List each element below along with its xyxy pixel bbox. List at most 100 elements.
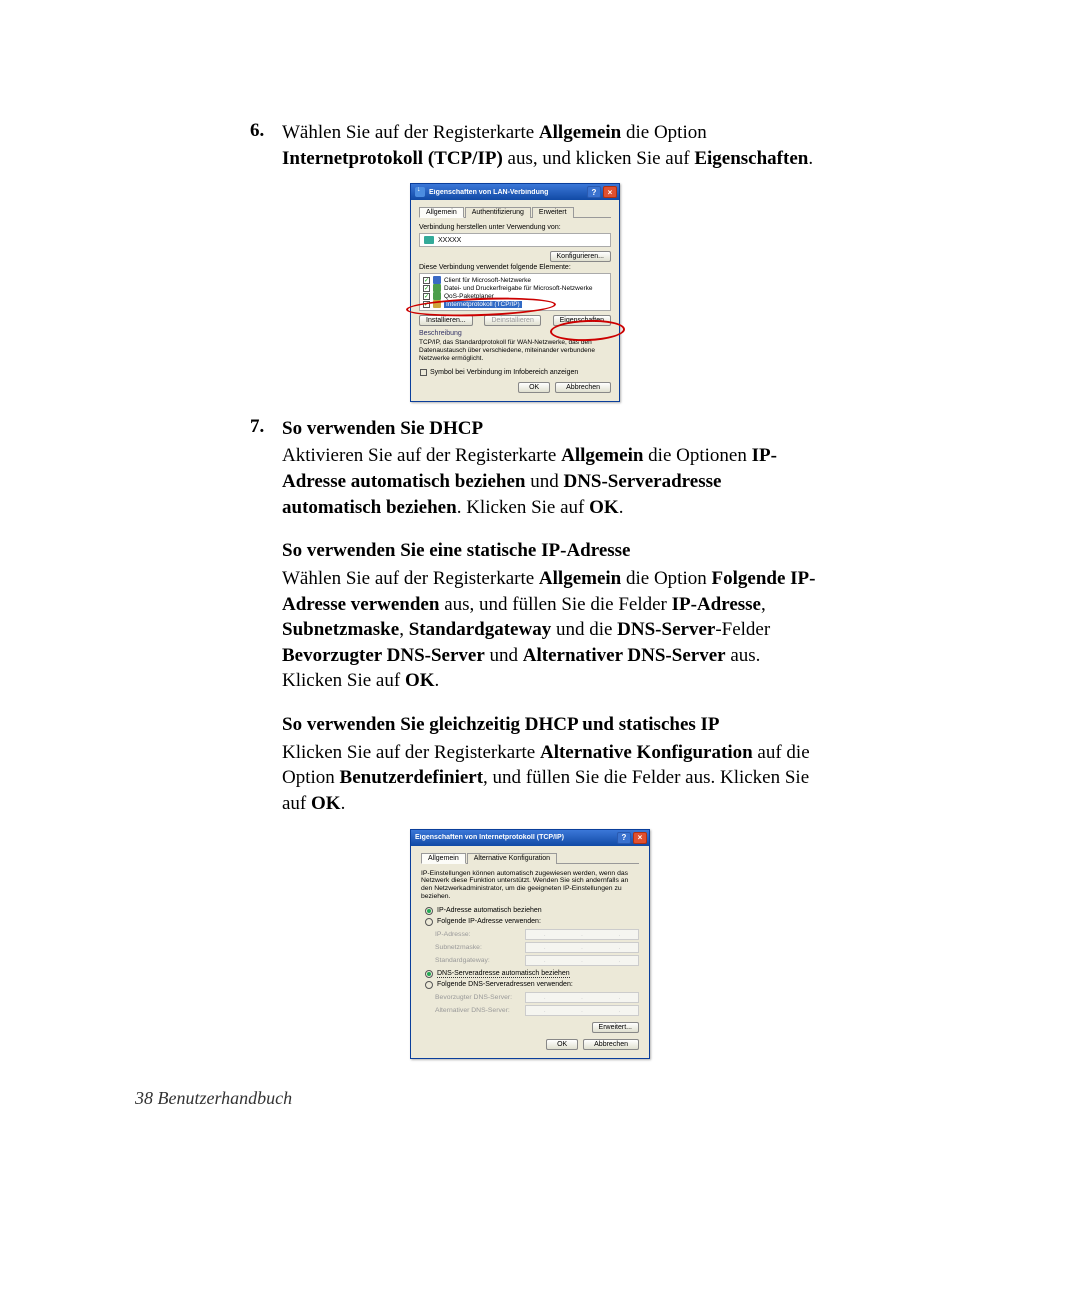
configure-button[interactable]: Konfigurieren...: [550, 251, 611, 262]
window-icon: [415, 187, 425, 197]
properties-button[interactable]: Eigenschaften: [553, 315, 611, 326]
list-item-tcpip[interactable]: Internetprotokoll (TCP/IP): [422, 300, 608, 308]
cancel-button[interactable]: Abbrechen: [583, 1039, 639, 1050]
uninstall-button[interactable]: Deinstallieren: [484, 315, 540, 326]
item-label-selected: Internetprotokoll (TCP/IP): [444, 301, 522, 308]
step-7-heading-static: So verwenden Sie eine statische IP-Adres…: [282, 538, 822, 564]
adapter-icon: [424, 236, 434, 244]
description-text: TCP/IP, das Standardprotokoll für WAN-Ne…: [419, 339, 611, 362]
service-icon: [433, 292, 441, 300]
dialog-lan-properties: Eigenschaften von LAN-Verbindung ? × All…: [410, 183, 620, 401]
close-button[interactable]: ×: [603, 186, 617, 198]
radio-label: Folgende IP-Adresse verwenden:: [437, 918, 541, 925]
tab-authentifizierung[interactable]: Authentifizierung: [465, 207, 531, 218]
tab-allgemein[interactable]: Allgemein: [419, 207, 464, 218]
checkbox-icon[interactable]: [423, 277, 430, 284]
label-ip-address: IP-Adresse:: [435, 931, 525, 938]
step-6-number: 6.: [250, 120, 278, 142]
text: Wählen Sie auf der Registerkarte: [282, 122, 539, 143]
step-7-both-text: Klicken Sie auf der Registerkarte Altern…: [282, 740, 822, 817]
static-ip-fields: IP-Adresse:... Subnetzmaske:... Standard…: [435, 929, 639, 966]
input-gateway[interactable]: ...: [525, 955, 639, 966]
advanced-button[interactable]: Erweitert...: [592, 1022, 639, 1033]
label-connection-using: Verbindung herstellen unter Verwendung v…: [419, 224, 611, 231]
item-label: Datei- und Druckerfreigabe für Microsoft…: [444, 285, 592, 292]
text: aus, und klicken Sie auf: [503, 148, 695, 169]
protocol-icon: [433, 300, 441, 308]
label-pref-dns: Bevorzugter DNS-Server:: [435, 994, 525, 1001]
step-6-text: Wählen Sie auf der Registerkarte Allgeme…: [282, 120, 822, 171]
tab-erweitert[interactable]: Erweitert: [532, 207, 574, 218]
radio-icon[interactable]: [425, 970, 433, 978]
titlebar: Eigenschaften von LAN-Verbindung ? ×: [411, 184, 619, 200]
ok-button[interactable]: OK: [518, 382, 550, 393]
radio-icon[interactable]: [425, 918, 433, 926]
step-7: 7. So verwenden Sie DHCP Aktivieren Sie …: [250, 416, 1020, 817]
label-alt-dns: Alternativer DNS-Server:: [435, 1007, 525, 1014]
checkbox-icon[interactable]: [423, 301, 430, 308]
screenshot-tcpip-properties: Eigenschaften von Internetprotokoll (TCP…: [410, 829, 1020, 1059]
ok-button[interactable]: OK: [546, 1039, 578, 1050]
step-7-static-text: Wählen Sie auf der Registerkarte Allgeme…: [282, 566, 822, 694]
help-button[interactable]: ?: [617, 832, 631, 844]
text-bold: Allgemein: [539, 122, 621, 143]
static-dns-fields: Bevorzugter DNS-Server:... Alternativer …: [435, 992, 639, 1016]
radio-label: IP-Adresse automatisch beziehen: [437, 907, 542, 914]
list-item[interactable]: Client für Microsoft-Netzwerke: [422, 276, 608, 284]
text-bold: Eigenschaften: [694, 148, 808, 169]
window-title: Eigenschaften von Internetprotokoll (TCP…: [415, 834, 615, 841]
page-footer: 38 Benutzerhandbuch: [135, 1088, 292, 1109]
step-7-heading-both: So verwenden Sie gleichzeitig DHCP und s…: [282, 712, 822, 738]
dialog-tcpip-properties: Eigenschaften von Internetprotokoll (TCP…: [410, 829, 650, 1059]
radio-auto-ip[interactable]: IP-Adresse automatisch beziehen: [425, 907, 639, 915]
text: .: [808, 148, 813, 169]
label-gateway: Standardgateway:: [435, 957, 525, 964]
radio-label: DNS-Serveradresse automatisch beziehen: [437, 970, 570, 978]
list-item[interactable]: Datei- und Druckerfreigabe für Microsoft…: [422, 284, 608, 292]
window-title: Eigenschaften von LAN-Verbindung: [429, 189, 585, 196]
radio-auto-dns[interactable]: DNS-Serveradresse automatisch beziehen: [425, 970, 639, 978]
network-components-list[interactable]: Client für Microsoft-Netzwerke Datei- un…: [419, 273, 611, 311]
help-button[interactable]: ?: [587, 186, 601, 198]
description-group-label: Beschreibung: [419, 330, 611, 337]
titlebar: Eigenschaften von Internetprotokoll (TCP…: [411, 830, 649, 846]
adapter-name: XXXXX: [438, 237, 461, 244]
service-icon: [433, 284, 441, 292]
input-pref-dns[interactable]: ...: [525, 992, 639, 1003]
step-7-number: 7.: [250, 416, 278, 438]
show-tray-icon-row[interactable]: Symbol bei Verbindung im Infobereich anz…: [419, 369, 611, 376]
radio-label: Folgende DNS-Serveradressen verwenden:: [437, 981, 573, 988]
screenshot-lan-properties: Eigenschaften von LAN-Verbindung ? × All…: [410, 183, 1020, 401]
radio-icon[interactable]: [425, 981, 433, 989]
radio-static-dns[interactable]: Folgende DNS-Serveradressen verwenden:: [425, 981, 639, 989]
list-item[interactable]: QoS-Paketplaner: [422, 292, 608, 300]
step-7-heading-dhcp: So verwenden Sie DHCP: [282, 418, 483, 439]
item-label: QoS-Paketplaner: [444, 293, 494, 300]
checkbox-icon[interactable]: [423, 285, 430, 292]
radio-static-ip[interactable]: Folgende IP-Adresse verwenden:: [425, 918, 639, 926]
step-6: 6. Wählen Sie auf der Registerkarte Allg…: [250, 120, 1020, 171]
adapter-field: XXXXX: [419, 233, 611, 247]
step-7-body: So verwenden Sie DHCP Aktivieren Sie auf…: [282, 416, 822, 817]
text: die Option: [621, 122, 707, 143]
tab-strip: Allgemein Alternative Konfiguration: [421, 852, 639, 864]
info-text: IP-Einstellungen können automatisch zuge…: [421, 870, 639, 901]
checkbox-label: Symbol bei Verbindung im Infobereich anz…: [430, 369, 578, 376]
input-ip-address[interactable]: ...: [525, 929, 639, 940]
radio-icon[interactable]: [425, 907, 433, 915]
step-7-dhcp-text: Aktivieren Sie auf der Registerkarte All…: [282, 443, 822, 520]
text-bold: Internetprotokoll (TCP/IP): [282, 148, 503, 169]
input-subnet[interactable]: ...: [525, 942, 639, 953]
checkbox-icon[interactable]: [420, 369, 427, 376]
close-button[interactable]: ×: [633, 832, 647, 844]
client-icon: [433, 276, 441, 284]
input-alt-dns[interactable]: ...: [525, 1005, 639, 1016]
item-label: Client für Microsoft-Netzwerke: [444, 277, 531, 284]
install-button[interactable]: Installieren...: [419, 315, 473, 326]
tab-alt-config[interactable]: Alternative Konfiguration: [467, 853, 557, 864]
checkbox-icon[interactable]: [423, 293, 430, 300]
label-uses-elements: Diese Verbindung verwendet folgende Elem…: [419, 264, 611, 271]
tab-allgemein[interactable]: Allgemein: [421, 853, 466, 864]
label-subnet: Subnetzmaske:: [435, 944, 525, 951]
cancel-button[interactable]: Abbrechen: [555, 382, 611, 393]
